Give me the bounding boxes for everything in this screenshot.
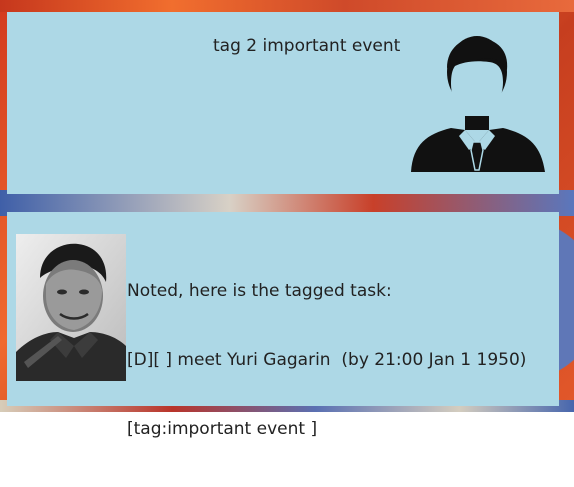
user-message-text: tag 2 important event xyxy=(213,36,401,56)
background-stripe xyxy=(0,0,574,12)
user-message-card: tag 2 important event xyxy=(7,12,559,194)
bot-line-2: [D][ ] meet Yuri Gagarin (by 21:00 Jan 1… xyxy=(127,350,527,370)
person-silhouette-icon xyxy=(411,36,545,172)
user-avatar-icon xyxy=(403,32,551,172)
portrait-photo-icon xyxy=(16,234,126,381)
bot-message-card: Noted, here is the tagged task: [D][ ] m… xyxy=(7,212,559,439)
bot-message-text: Noted, here is the tagged task: [D][ ] m… xyxy=(127,234,547,487)
bot-avatar-photo xyxy=(16,234,126,381)
bot-line-3: [tag:important event ] xyxy=(127,419,318,439)
bot-line-1: Noted, here is the tagged task: xyxy=(127,281,392,301)
